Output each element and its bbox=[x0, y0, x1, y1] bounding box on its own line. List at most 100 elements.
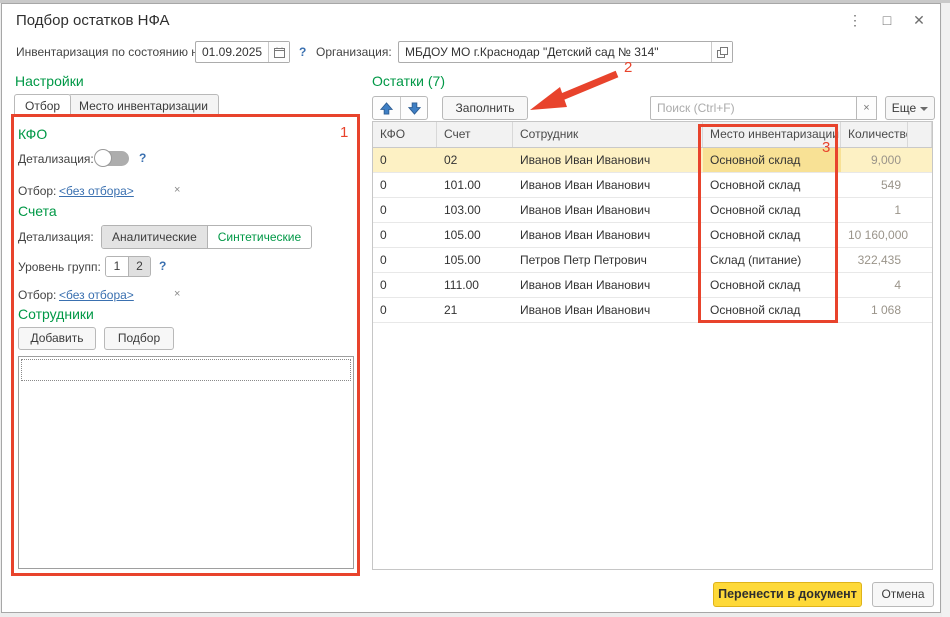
group-level-1[interactable]: 1 bbox=[106, 257, 128, 276]
cell-employee[interactable]: Иванов Иван Иванович bbox=[513, 298, 703, 322]
table-row[interactable]: 0105.00Иванов Иван ИвановичОсновной скла… bbox=[373, 223, 932, 248]
cell-place[interactable]: Основной склад bbox=[703, 223, 841, 247]
cell-kfo[interactable]: 0 bbox=[373, 248, 437, 272]
open-link-icon[interactable] bbox=[711, 42, 732, 62]
fill-button[interactable]: Заполнить bbox=[442, 96, 528, 120]
cell-place[interactable]: Склад (питание) bbox=[703, 248, 841, 272]
add-button[interactable]: Добавить bbox=[18, 327, 96, 350]
cell-place[interactable]: Основной склад bbox=[703, 148, 841, 172]
page-title: Подбор остатков НФА bbox=[16, 12, 170, 29]
cell-place[interactable]: Основной склад bbox=[703, 173, 841, 197]
cell-qty[interactable]: 322,435 bbox=[841, 248, 908, 272]
column-header-employee[interactable]: Сотрудник bbox=[513, 122, 703, 147]
balances-table-header: КФО Счет Сотрудник Место инвентаризации … bbox=[373, 122, 932, 148]
cell-kfo[interactable]: 0 bbox=[373, 273, 437, 297]
cell-employee[interactable]: Иванов Иван Иванович bbox=[513, 198, 703, 222]
kfo-filter-label: Отбор: bbox=[18, 184, 56, 198]
table-row[interactable]: 002Иванов Иван ИвановичОсновной склад9,0… bbox=[373, 148, 932, 173]
move-row-buttons bbox=[372, 96, 428, 120]
accounts-filter-clear-icon[interactable]: × bbox=[174, 288, 180, 300]
kfo-detail-toggle[interactable] bbox=[95, 151, 129, 166]
org-label: Организация: bbox=[316, 45, 392, 59]
cell-account[interactable]: 105.00 bbox=[437, 223, 513, 247]
move-up-icon[interactable] bbox=[373, 97, 400, 119]
cell-account[interactable]: 105.00 bbox=[437, 248, 513, 272]
employees-list-focus-row[interactable] bbox=[21, 359, 351, 381]
kfo-detail-label: Детализация: bbox=[18, 152, 94, 166]
more-button[interactable]: Еще bbox=[885, 96, 935, 120]
cancel-button[interactable]: Отмена bbox=[872, 582, 934, 607]
date-value[interactable]: 01.09.2025 bbox=[196, 45, 268, 59]
cell-qty[interactable]: 549 bbox=[841, 173, 908, 197]
group-level-2[interactable]: 2 bbox=[128, 257, 150, 276]
date-help-icon[interactable]: ? bbox=[299, 45, 306, 59]
segment-synthetic[interactable]: Синтетические bbox=[208, 226, 311, 248]
calendar-icon[interactable] bbox=[268, 42, 289, 62]
table-row[interactable]: 021Иванов Иван ИвановичОсновной склад1 0… bbox=[373, 298, 932, 323]
cell-account[interactable]: 02 bbox=[437, 148, 513, 172]
tab-otbor[interactable]: Отбор bbox=[14, 94, 71, 117]
cell-filler bbox=[908, 248, 932, 272]
kfo-filter-link[interactable]: <без отбора> bbox=[59, 184, 134, 198]
cell-kfo[interactable]: 0 bbox=[373, 198, 437, 222]
org-value[interactable]: МБДОУ МО г.Краснодар "Детский сад № 314" bbox=[399, 45, 711, 59]
cell-account[interactable]: 21 bbox=[437, 298, 513, 322]
kfo-section-title: КФО bbox=[18, 126, 47, 142]
cell-account[interactable]: 111.00 bbox=[437, 273, 513, 297]
table-row[interactable]: 0105.00Петров Петр ПетровичСклад (питани… bbox=[373, 248, 932, 273]
date-label: Инвентаризация по состоянию на: bbox=[16, 45, 208, 59]
cell-kfo[interactable]: 0 bbox=[373, 298, 437, 322]
cell-place[interactable]: Основной склад bbox=[703, 298, 841, 322]
cell-qty[interactable]: 10 160,000 bbox=[841, 223, 908, 247]
cell-kfo[interactable]: 0 bbox=[373, 173, 437, 197]
column-header-place[interactable]: Место инвентаризации bbox=[703, 122, 841, 147]
table-row[interactable]: 0103.00Иванов Иван ИвановичОсновной скла… bbox=[373, 198, 932, 223]
annotation-number-1: 1 bbox=[340, 124, 348, 141]
close-icon[interactable]: ✕ bbox=[908, 10, 930, 30]
search-clear-icon[interactable]: × bbox=[857, 96, 877, 120]
employees-list[interactable] bbox=[18, 356, 354, 569]
cell-employee[interactable]: Иванов Иван Иванович bbox=[513, 223, 703, 247]
cell-employee[interactable]: Иванов Иван Иванович bbox=[513, 273, 703, 297]
maximize-icon[interactable]: □ bbox=[876, 10, 898, 30]
column-header-quantity[interactable]: Количество bbox=[841, 122, 908, 147]
accounts-section-title: Счета bbox=[18, 203, 57, 219]
pick-button[interactable]: Подбор bbox=[104, 327, 174, 350]
group-level-help-icon[interactable]: ? bbox=[159, 259, 166, 273]
group-level-selector: 1 2 bbox=[105, 256, 151, 277]
cell-employee[interactable]: Иванов Иван Иванович bbox=[513, 148, 703, 172]
cell-place[interactable]: Основной склад bbox=[703, 273, 841, 297]
kfo-help-icon[interactable]: ? bbox=[139, 151, 146, 165]
tab-mesto-inventarizatsii[interactable]: Место инвентаризации bbox=[68, 94, 219, 117]
table-row[interactable]: 0101.00Иванов Иван ИвановичОсновной скла… bbox=[373, 173, 932, 198]
cell-filler bbox=[908, 298, 932, 322]
cell-account[interactable]: 103.00 bbox=[437, 198, 513, 222]
cell-qty[interactable]: 9,000 bbox=[841, 148, 908, 172]
window-controls: ⋮ □ ✕ bbox=[844, 10, 930, 30]
search-area: × bbox=[650, 96, 877, 120]
table-row[interactable]: 0111.00Иванов Иван ИвановичОсновной скла… bbox=[373, 273, 932, 298]
cell-employee[interactable]: Петров Петр Петрович bbox=[513, 248, 703, 272]
date-field[interactable]: 01.09.2025 bbox=[195, 41, 290, 63]
cell-place[interactable]: Основной склад bbox=[703, 198, 841, 222]
employees-section-title: Сотрудники bbox=[18, 306, 94, 322]
accounts-filter-link[interactable]: <без отбора> bbox=[59, 288, 134, 302]
search-input[interactable] bbox=[650, 96, 857, 120]
cell-employee[interactable]: Иванов Иван Иванович bbox=[513, 173, 703, 197]
kfo-filter-clear-icon[interactable]: × bbox=[174, 184, 180, 196]
org-field[interactable]: МБДОУ МО г.Краснодар "Детский сад № 314" bbox=[398, 41, 733, 63]
cell-kfo[interactable]: 0 bbox=[373, 148, 437, 172]
cell-kfo[interactable]: 0 bbox=[373, 223, 437, 247]
column-header-filler bbox=[908, 122, 932, 147]
cell-account[interactable]: 101.00 bbox=[437, 173, 513, 197]
column-header-account[interactable]: Счет bbox=[437, 122, 513, 147]
cell-qty[interactable]: 1 068 bbox=[841, 298, 908, 322]
transfer-to-document-button[interactable]: Перенести в документ bbox=[713, 582, 862, 607]
cell-qty[interactable]: 4 bbox=[841, 273, 908, 297]
column-header-kfo[interactable]: КФО bbox=[373, 122, 437, 147]
menu-icon[interactable]: ⋮ bbox=[844, 10, 866, 30]
segment-analytical[interactable]: Аналитические bbox=[102, 226, 208, 248]
cell-qty[interactable]: 1 bbox=[841, 198, 908, 222]
balances-title: Остатки (7) bbox=[372, 73, 445, 89]
move-down-icon[interactable] bbox=[400, 97, 427, 119]
